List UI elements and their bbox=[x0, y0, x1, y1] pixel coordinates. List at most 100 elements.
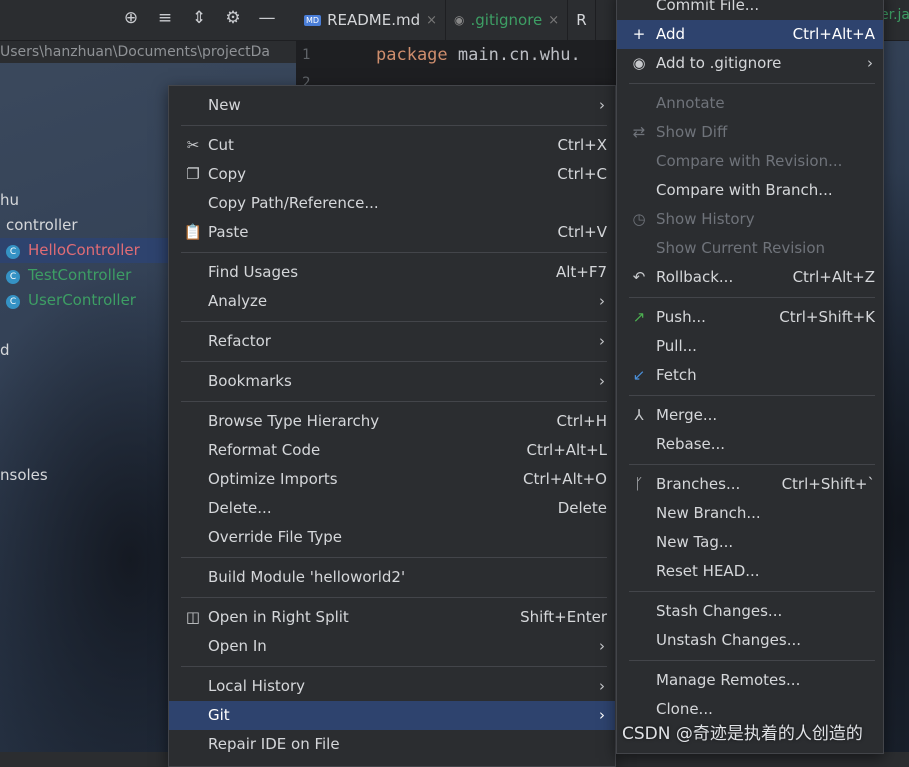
tree-item-testcontroller[interactable]: C TestController bbox=[6, 266, 131, 284]
menu-item-compare-branch[interactable]: Compare with Branch... bbox=[617, 176, 883, 205]
tree-item-hellocontroller[interactable]: C HelloController bbox=[6, 241, 140, 259]
menu-separator bbox=[629, 83, 875, 84]
menu-item-analyze[interactable]: Analyze › bbox=[169, 287, 615, 316]
tab-readme[interactable]: MD README.md × bbox=[296, 0, 447, 40]
menu-separator bbox=[181, 597, 607, 598]
crosshair-icon[interactable]: ⊕ bbox=[120, 8, 142, 28]
menu-item-open-right-split[interactable]: ◫ Open in Right Split Shift+Enter bbox=[169, 603, 615, 632]
branch-icon: ᚴ bbox=[634, 475, 644, 493]
chevron-right-icon: › bbox=[599, 332, 605, 350]
collapse-all-icon[interactable]: ⇕ bbox=[188, 8, 210, 28]
menu-item-rollback[interactable]: ↶ Rollback... Ctrl+Alt+Z bbox=[617, 263, 883, 292]
chevron-right-icon: › bbox=[599, 292, 605, 310]
menu-item-show-diff[interactable]: ⇄ Show Diff bbox=[617, 118, 883, 147]
git-submenu: Commit File... + Add Ctrl+Alt+A ◉ Add to .g… bbox=[616, 0, 884, 754]
minimize-icon[interactable]: — bbox=[256, 8, 278, 28]
menu-item-optimize-imports[interactable]: Optimize Imports Ctrl+Alt+O bbox=[169, 465, 615, 494]
menu-item-rebase[interactable]: Rebase... bbox=[617, 430, 883, 459]
menu-item-reformat-code[interactable]: Reformat Code Ctrl+Alt+L bbox=[169, 436, 615, 465]
code-editor[interactable]: 1 2 package main.cn.whu. bbox=[296, 41, 616, 91]
menu-item-add-gitignore[interactable]: ◉ Add to .gitignore › bbox=[617, 49, 883, 78]
close-icon[interactable]: × bbox=[548, 13, 559, 28]
tree-item-consoles[interactable]: nsoles bbox=[0, 466, 48, 484]
chevron-right-icon: › bbox=[599, 706, 605, 724]
tree-item-controller[interactable]: controller bbox=[6, 216, 78, 234]
menu-item-browse-type-hierarchy[interactable]: Browse Type Hierarchy Ctrl+H bbox=[169, 407, 615, 436]
tree-item-d[interactable]: d bbox=[0, 341, 10, 359]
menu-item-commit-file[interactable]: Commit File... bbox=[617, 0, 883, 20]
menu-item-find-usages[interactable]: Find Usages Alt+F7 bbox=[169, 258, 615, 287]
clipboard-icon: 📋 bbox=[183, 223, 203, 241]
menu-item-bookmarks[interactable]: Bookmarks › bbox=[169, 367, 615, 396]
diff-icon: ⇄ bbox=[632, 123, 646, 141]
class-icon: C bbox=[6, 270, 20, 284]
chevron-right-icon: › bbox=[599, 96, 605, 114]
menu-item-unstash[interactable]: Unstash Changes... bbox=[617, 626, 883, 655]
menu-item-local-history[interactable]: Local History › bbox=[169, 672, 615, 701]
line-gutter: 1 2 bbox=[302, 47, 311, 91]
menu-item-pull[interactable]: Pull... bbox=[617, 332, 883, 361]
expand-all-icon[interactable]: ≡ bbox=[154, 8, 176, 28]
chevron-right-icon: › bbox=[867, 54, 873, 72]
watermark: CSDN @奇迹是执着的人创造的 bbox=[622, 724, 863, 744]
menu-item-compare-revision[interactable]: Compare with Revision... bbox=[617, 147, 883, 176]
gitignore-file-icon: ◉ bbox=[454, 13, 465, 27]
menu-item-branches[interactable]: ᚴ Branches... Ctrl+Shift+` bbox=[617, 470, 883, 499]
tab-gitignore[interactable]: ◉ .gitignore × bbox=[446, 0, 569, 40]
menu-item-repair-ide[interactable]: Repair IDE on File bbox=[169, 730, 615, 759]
gitignore-file-icon: ◉ bbox=[632, 54, 646, 72]
menu-item-add[interactable]: + Add Ctrl+Alt+A bbox=[617, 20, 883, 49]
plus-icon: + bbox=[632, 25, 646, 43]
chevron-right-icon: › bbox=[599, 677, 605, 695]
tab-label: R bbox=[576, 11, 587, 29]
menu-separator bbox=[629, 395, 875, 396]
chevron-right-icon: › bbox=[599, 372, 605, 390]
menu-item-override-file-type[interactable]: Override File Type bbox=[169, 523, 615, 552]
menu-item-new-tag[interactable]: New Tag... bbox=[617, 528, 883, 557]
menu-item-merge[interactable]: ⅄ Merge... bbox=[617, 401, 883, 430]
tab-partial[interactable]: R bbox=[568, 0, 596, 40]
project-path: Users\hanzhuan\Documents\projectDa bbox=[0, 41, 296, 63]
fetch-arrow-icon: ↙ bbox=[632, 366, 646, 384]
tab-label: README.md bbox=[327, 11, 421, 29]
tab-partial-right[interactable]: er.ja bbox=[880, 0, 909, 30]
menu-item-new-branch[interactable]: New Branch... bbox=[617, 499, 883, 528]
tree-item-hu[interactable]: hu bbox=[0, 191, 19, 209]
menu-item-paste[interactable]: 📋 Paste Ctrl+V bbox=[169, 218, 615, 247]
menu-separator bbox=[629, 464, 875, 465]
gear-icon[interactable]: ⚙ bbox=[222, 8, 244, 28]
push-arrow-icon: ↗ bbox=[632, 308, 646, 326]
menu-separator bbox=[629, 591, 875, 592]
menu-item-stash[interactable]: Stash Changes... bbox=[617, 597, 883, 626]
close-icon[interactable]: × bbox=[426, 13, 437, 28]
menu-item-show-history[interactable]: ◷ Show History bbox=[617, 205, 883, 234]
menu-item-delete[interactable]: Delete... Delete bbox=[169, 494, 615, 523]
menu-separator bbox=[181, 125, 607, 126]
context-menu: New › ✂ Cut Ctrl+X ❐ Copy Ctrl+C Copy Path/Re… bbox=[168, 85, 616, 767]
menu-item-open-in[interactable]: Open In › bbox=[169, 632, 615, 661]
chevron-right-icon: › bbox=[599, 637, 605, 655]
menu-item-fetch[interactable]: ↙ Fetch bbox=[617, 361, 883, 390]
menu-item-git[interactable]: Git › bbox=[169, 701, 615, 730]
menu-item-show-current-revision[interactable]: Show Current Revision bbox=[617, 234, 883, 263]
menu-item-cut[interactable]: ✂ Cut Ctrl+X bbox=[169, 131, 615, 160]
menu-item-build-module[interactable]: Build Module 'helloworld2' bbox=[169, 563, 615, 592]
menu-item-annotate[interactable]: Annotate bbox=[617, 89, 883, 118]
tree-item-usercontroller[interactable]: C UserController bbox=[6, 291, 136, 309]
class-icon: C bbox=[6, 245, 20, 259]
code-line: package main.cn.whu. bbox=[376, 45, 581, 65]
menu-item-copy[interactable]: ❐ Copy Ctrl+C bbox=[169, 160, 615, 189]
tab-label: .gitignore bbox=[470, 11, 543, 29]
menu-item-refactor[interactable]: Refactor › bbox=[169, 327, 615, 356]
menu-separator bbox=[181, 252, 607, 253]
menu-item-new[interactable]: New › bbox=[169, 91, 615, 120]
menu-item-copy-path[interactable]: Copy Path/Reference... bbox=[169, 189, 615, 218]
menu-item-manage-remotes[interactable]: Manage Remotes... bbox=[617, 666, 883, 695]
menu-separator bbox=[181, 557, 607, 558]
menu-item-push[interactable]: ↗ Push... Ctrl+Shift+K bbox=[617, 303, 883, 332]
markdown-file-icon: MD bbox=[304, 14, 322, 26]
menu-separator bbox=[629, 660, 875, 661]
menu-item-reset-head[interactable]: Reset HEAD... bbox=[617, 557, 883, 586]
menu-separator bbox=[181, 361, 607, 362]
merge-icon: ⅄ bbox=[634, 406, 644, 424]
